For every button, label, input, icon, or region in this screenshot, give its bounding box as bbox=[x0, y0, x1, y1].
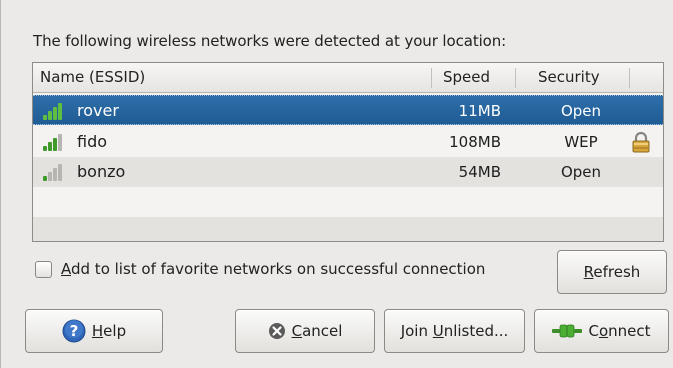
list-header: Name (ESSID) Speed Security bbox=[33, 63, 663, 93]
cancel-button[interactable]: Cancel bbox=[235, 309, 375, 353]
column-header-security[interactable]: Security bbox=[538, 63, 600, 92]
network-plug-icon bbox=[552, 324, 583, 338]
prompt-text: The following wireless networks were det… bbox=[33, 32, 507, 50]
network-list[interactable]: Name (ESSID) Speed Security rover 11MB O… bbox=[32, 62, 664, 242]
favorite-networks-option[interactable]: Add to list of favorite networks on succ… bbox=[35, 258, 485, 280]
column-separator[interactable] bbox=[629, 68, 630, 88]
network-speed: 108MB bbox=[449, 133, 501, 151]
network-row-rover[interactable]: rover 11MB Open bbox=[33, 95, 663, 125]
favorite-networks-checkbox[interactable] bbox=[35, 260, 52, 278]
network-row-fido[interactable]: fido 108MB WEP bbox=[33, 127, 663, 157]
column-header-speed[interactable]: Speed bbox=[443, 63, 490, 92]
help-button[interactable]: ? Help bbox=[25, 309, 163, 353]
signal-strength-icon bbox=[43, 134, 65, 151]
join-unlisted-label: Join Unlisted... bbox=[400, 322, 509, 340]
column-header-name[interactable]: Name (ESSID) bbox=[40, 63, 145, 92]
cancel-x-icon bbox=[268, 323, 285, 339]
column-separator[interactable] bbox=[515, 68, 516, 88]
empty-row bbox=[33, 217, 663, 241]
network-speed: 54MB bbox=[458, 163, 501, 181]
empty-row bbox=[33, 187, 663, 217]
svg-text:?: ? bbox=[70, 322, 79, 340]
column-separator[interactable] bbox=[431, 68, 432, 88]
network-name: bonzo bbox=[77, 162, 126, 181]
cancel-label: Cancel bbox=[291, 322, 343, 340]
padlock-icon bbox=[632, 131, 650, 153]
network-name: rover bbox=[77, 101, 119, 120]
signal-strength-icon bbox=[43, 103, 65, 120]
wireless-networks-dialog: The following wireless networks were det… bbox=[0, 0, 673, 368]
network-name: fido bbox=[77, 132, 108, 151]
help-label: Help bbox=[91, 322, 127, 340]
network-security: Open bbox=[560, 163, 602, 181]
favorite-networks-label[interactable]: Add to list of favorite networks on succ… bbox=[61, 260, 485, 278]
network-security: Open bbox=[560, 102, 602, 120]
refresh-button[interactable]: Refresh bbox=[557, 250, 667, 294]
network-security: WEP bbox=[564, 133, 598, 151]
connect-button[interactable]: Connect bbox=[534, 309, 669, 353]
help-question-icon: ? bbox=[62, 319, 86, 343]
connect-label: Connect bbox=[588, 322, 651, 340]
refresh-label: Refresh bbox=[583, 263, 641, 281]
signal-strength-icon bbox=[43, 164, 65, 181]
join-unlisted-button[interactable]: Join Unlisted... bbox=[384, 309, 525, 353]
network-speed: 11MB bbox=[458, 102, 501, 120]
network-row-bonzo[interactable]: bonzo 54MB Open bbox=[33, 157, 663, 187]
